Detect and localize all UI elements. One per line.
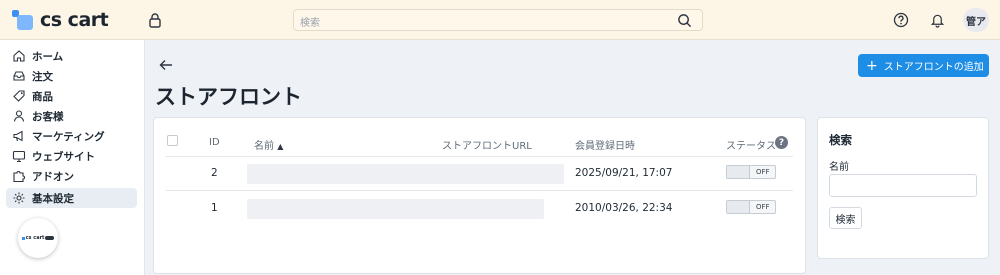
storefronts-table: ID 名前 ▲ ストアフロントURL 会員登録日時 ステータス ? 2 2025… xyxy=(153,117,806,274)
plus-icon: + xyxy=(866,57,878,74)
user-icon xyxy=(13,110,25,122)
select-all-checkbox[interactable] xyxy=(167,135,178,146)
chat-widget[interactable]: cs cart xyxy=(18,218,58,258)
sidebar-item-settings[interactable]: 基本設定 xyxy=(6,188,137,208)
search-icon[interactable] xyxy=(677,13,692,28)
back-arrow-icon[interactable] xyxy=(158,58,174,72)
help-icon[interactable] xyxy=(893,12,909,28)
puzzle-icon xyxy=(13,171,25,183)
column-header-id[interactable]: ID xyxy=(209,137,220,148)
logo-mark xyxy=(12,10,34,30)
row-name-link[interactable] xyxy=(247,164,564,184)
sidebar-item-label: 注文 xyxy=(32,70,53,83)
logo-text: cs cart xyxy=(40,9,109,31)
sidebar-item-marketing[interactable]: マーケティング xyxy=(6,126,137,146)
add-storefront-button[interactable]: + ストアフロントの追加 xyxy=(858,54,989,77)
avatar[interactable]: 管ア xyxy=(963,8,989,32)
header-divider xyxy=(166,156,793,157)
row-id: 1 xyxy=(211,202,218,214)
megaphone-icon xyxy=(13,130,23,142)
toggle-knob xyxy=(727,166,750,178)
lock-icon[interactable] xyxy=(147,12,163,28)
column-header-name-label: 名前 xyxy=(254,141,274,152)
toggle-label: OFF xyxy=(756,203,770,211)
search-panel-title: 検索 xyxy=(829,133,852,147)
row-registered: 2025/09/21, 17:07 xyxy=(575,167,673,179)
column-header-name[interactable]: 名前 ▲ xyxy=(254,137,283,152)
name-filter-label: 名前 xyxy=(829,162,849,173)
search-button[interactable]: 検索 xyxy=(829,207,862,229)
sidebar-item-orders[interactable]: 注文 xyxy=(6,66,137,86)
gear-icon xyxy=(13,192,25,204)
widget-logo-mark xyxy=(21,236,25,240)
sidebar-item-products[interactable]: 商品 xyxy=(6,86,137,106)
sidebar-item-home[interactable]: ホーム xyxy=(6,46,137,66)
sort-asc-icon: ▲ xyxy=(277,142,284,151)
row-name-link[interactable] xyxy=(247,199,544,219)
toggle-label: OFF xyxy=(756,168,770,176)
tag-icon xyxy=(13,90,25,102)
monitor-icon xyxy=(12,150,26,163)
bell-icon[interactable] xyxy=(930,12,945,28)
inbox-icon xyxy=(13,71,25,81)
name-filter-input[interactable] xyxy=(829,174,977,197)
row-registered: 2010/03/26, 22:34 xyxy=(575,202,673,214)
status-toggle[interactable]: OFF xyxy=(726,165,776,179)
widget-logo-text: cs cart xyxy=(25,235,45,241)
sidebar-item-label: マーケティング xyxy=(32,130,105,143)
sidebar-item-addons[interactable]: アドオン xyxy=(6,166,137,186)
sidebar-item-website[interactable]: ウェブサイト xyxy=(6,146,137,166)
page-title: ストアフロント xyxy=(155,85,302,109)
add-storefront-label: ストアフロントの追加 xyxy=(883,62,984,73)
sidebar-item-label: ウェブサイト xyxy=(32,150,95,163)
column-header-status[interactable]: ステータス xyxy=(726,137,776,152)
toggle-knob xyxy=(727,201,750,213)
global-search[interactable]: 検索 xyxy=(293,9,703,31)
sidebar-item-label: お客様 xyxy=(32,110,64,123)
sidebar-item-label: 商品 xyxy=(32,90,53,103)
column-header-registered[interactable]: 会員登録日時 xyxy=(575,137,635,152)
column-header-url: ストアフロントURL xyxy=(442,141,532,152)
logo[interactable]: cs cart xyxy=(12,7,109,33)
sidebar-item-label: ホーム xyxy=(32,50,64,63)
sidebar-item-label: 基本設定 xyxy=(32,192,74,205)
row-id: 2 xyxy=(211,167,218,179)
row-divider xyxy=(166,190,793,191)
widget-badge xyxy=(45,236,55,240)
sidebar-item-label: アドオン xyxy=(32,170,74,183)
sidebar-item-customers[interactable]: お客様 xyxy=(6,106,137,126)
status-help-icon[interactable]: ? xyxy=(775,136,788,149)
search-panel: 検索 名前 検索 xyxy=(817,117,989,259)
status-toggle[interactable]: OFF xyxy=(726,200,776,214)
top-bar: cs cart 検索 管ア xyxy=(0,0,1000,40)
search-input[interactable]: 検索 xyxy=(300,14,320,29)
home-icon xyxy=(13,50,25,62)
